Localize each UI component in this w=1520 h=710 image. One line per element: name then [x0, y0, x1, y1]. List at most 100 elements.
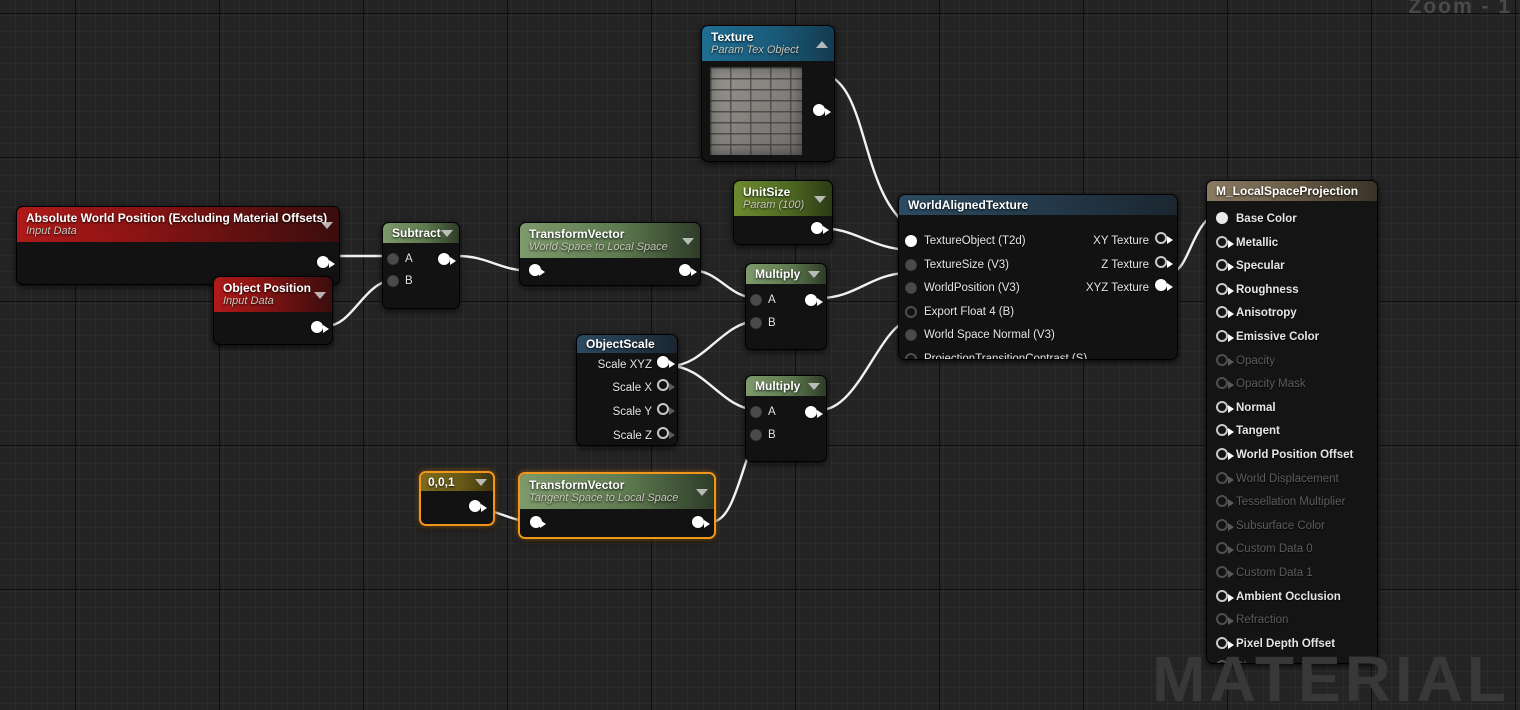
output-pin-xy-texture[interactable]	[1155, 232, 1167, 244]
node-unit-size-param[interactable]: UnitSize Param (100)	[733, 180, 833, 245]
material-attribute-row[interactable]: Ambient Occlusion	[1207, 589, 1377, 612]
material-attribute-row[interactable]: Base Color	[1207, 211, 1377, 234]
node-material-output[interactable]: M_LocalSpaceProjection Base Color Metalli…	[1206, 180, 1378, 664]
input-pin-texture-size[interactable]	[905, 259, 917, 271]
material-attribute-row[interactable]: Custom Data 1	[1207, 565, 1377, 588]
node-subtract[interactable]: Subtract A B	[382, 222, 460, 309]
node-object-position[interactable]: Object Position Input Data	[213, 276, 333, 345]
node-title: TransformVector	[529, 478, 625, 492]
output-pin-xyz-texture[interactable]	[1155, 279, 1167, 291]
attribute-pin-emissive-color[interactable]	[1216, 330, 1228, 342]
material-attribute-row[interactable]: Tangent	[1207, 423, 1377, 446]
attribute-pin-refraction[interactable]	[1216, 613, 1228, 626]
attribute-pin-arrow	[1228, 239, 1234, 248]
attribute-pin-anisotropy[interactable]	[1216, 306, 1228, 319]
material-attribute-row[interactable]: Subsurface Color	[1207, 518, 1377, 541]
material-attribute-row[interactable]: World Displacement	[1207, 471, 1377, 494]
material-attribute-row[interactable]: Refraction	[1207, 612, 1377, 635]
material-attribute-row[interactable]: Shading Model	[1207, 659, 1377, 663]
material-attribute-row[interactable]: Emissive Color	[1207, 329, 1377, 352]
attribute-pin-base-color[interactable]	[1216, 212, 1228, 224]
input-pin-export-float4[interactable]	[905, 306, 917, 318]
attribute-pin-normal[interactable]	[1216, 400, 1228, 413]
output-pin-scale-x[interactable]	[657, 379, 669, 391]
material-attribute-row[interactable]: Opacity Mask	[1207, 376, 1377, 399]
material-attribute-row[interactable]: Pixel Depth Offset	[1207, 636, 1377, 659]
input-pin-world-space-normal[interactable]	[905, 329, 917, 341]
chevron-down-icon[interactable]	[321, 221, 333, 229]
node-absolute-world-position[interactable]: Absolute World Position (Excluding Mater…	[16, 206, 340, 285]
attribute-pin-opacity[interactable]	[1216, 353, 1228, 366]
chevron-down-icon[interactable]	[441, 230, 453, 237]
input-pin-a[interactable]	[750, 294, 762, 306]
attribute-pin-world-displacement[interactable]	[1216, 471, 1228, 484]
attribute-pin-specular[interactable]	[1216, 259, 1228, 272]
attribute-pin-tangent[interactable]	[1216, 424, 1228, 437]
output-pin[interactable]	[692, 516, 704, 528]
output-pin[interactable]	[805, 406, 817, 418]
input-pin-b[interactable]	[387, 275, 399, 287]
chevron-down-icon[interactable]	[682, 237, 694, 245]
input-pin-projection-transition-contrast[interactable]	[905, 353, 917, 359]
output-pin[interactable]	[805, 294, 817, 306]
chevron-up-icon[interactable]	[816, 40, 828, 48]
node-texture-param[interactable]: Texture Param Tex Object	[701, 25, 835, 162]
output-pin-z-texture[interactable]	[1155, 256, 1167, 268]
chevron-down-icon[interactable]	[808, 271, 820, 278]
chevron-down-icon[interactable]	[814, 195, 826, 203]
node-object-scale[interactable]: ObjectScale Scale XYZ Scale X Scale Y Sc…	[576, 334, 678, 446]
material-graph-canvas[interactable]: Absolute World Position (Excluding Mater…	[0, 0, 1520, 710]
output-pin[interactable]	[811, 222, 823, 234]
material-attribute-row[interactable]: Anisotropy	[1207, 305, 1377, 328]
node-multiply-bottom[interactable]: Multiply A B	[745, 375, 827, 462]
attribute-pin-tessellation-multiplier[interactable]	[1216, 495, 1228, 508]
material-attribute-row[interactable]: World Position Offset	[1207, 447, 1377, 470]
attribute-pin-arrow	[1228, 452, 1234, 460]
output-pin-scale-y[interactable]	[657, 403, 669, 415]
chevron-down-icon[interactable]	[314, 291, 326, 299]
input-pin-a[interactable]	[750, 406, 762, 418]
material-attribute-row[interactable]: Roughness	[1207, 282, 1377, 305]
output-pin[interactable]	[311, 321, 323, 333]
output-pin[interactable]	[813, 104, 825, 116]
attribute-pin-metallic[interactable]	[1216, 235, 1228, 248]
output-pin[interactable]	[679, 264, 691, 276]
attribute-pin-opacity-mask[interactable]	[1216, 377, 1228, 390]
output-pin-scale-z[interactable]	[657, 427, 669, 439]
material-attribute-row[interactable]: Custom Data 0	[1207, 541, 1377, 564]
output-pin-scale-xyz[interactable]	[657, 356, 669, 368]
output-pin[interactable]	[469, 500, 481, 512]
output-pin[interactable]	[317, 256, 329, 268]
attribute-pin-world-position-offset[interactable]	[1216, 448, 1228, 460]
input-pin-world-position[interactable]	[905, 282, 917, 294]
input-pin-a[interactable]	[387, 253, 399, 265]
input-pin-b[interactable]	[750, 429, 762, 441]
chevron-down-icon[interactable]	[808, 383, 820, 390]
input-pin-texture-object[interactable]	[905, 235, 917, 247]
attribute-pin-shading-model[interactable]	[1216, 660, 1228, 663]
attribute-pin-custom-data-1[interactable]	[1216, 566, 1228, 578]
output-pin[interactable]	[438, 253, 450, 265]
node-world-aligned-texture[interactable]: WorldAlignedTexture TextureObject (T2d) …	[898, 194, 1178, 360]
node-transform-vector-tangent-to-local[interactable]: TransformVector Tangent Space to Local S…	[518, 472, 716, 539]
node-subtitle: Input Data	[223, 295, 274, 307]
node-constant-vector[interactable]: 0,0,1	[419, 471, 495, 526]
output-pin-arrow-z	[1167, 260, 1173, 268]
attribute-pin-subsurface-color[interactable]	[1216, 518, 1228, 531]
material-attribute-row[interactable]: Specular	[1207, 258, 1377, 281]
texture-preview-thumbnail[interactable]	[710, 67, 802, 155]
material-attribute-row[interactable]: Normal	[1207, 400, 1377, 423]
attribute-pin-roughness[interactable]	[1216, 282, 1228, 295]
node-multiply-top[interactable]: Multiply A B	[745, 263, 827, 350]
material-attribute-row[interactable]: Tessellation Multiplier	[1207, 494, 1377, 517]
material-attribute-row[interactable]: Metallic	[1207, 235, 1377, 258]
attribute-pin-ambient-occlusion[interactable]	[1216, 589, 1228, 602]
attribute-pin-pixel-depth-offset[interactable]	[1216, 636, 1228, 649]
material-attribute-row[interactable]: Opacity	[1207, 353, 1377, 376]
input-pin-b[interactable]	[750, 317, 762, 329]
node-transform-vector-world-to-local[interactable]: TransformVector World Space to Local Spa…	[519, 222, 701, 286]
chevron-down-icon[interactable]	[475, 479, 487, 486]
chevron-down-icon[interactable]	[696, 488, 708, 496]
attribute-pin-arrow	[1228, 404, 1234, 413]
attribute-pin-custom-data-0[interactable]	[1216, 542, 1228, 555]
